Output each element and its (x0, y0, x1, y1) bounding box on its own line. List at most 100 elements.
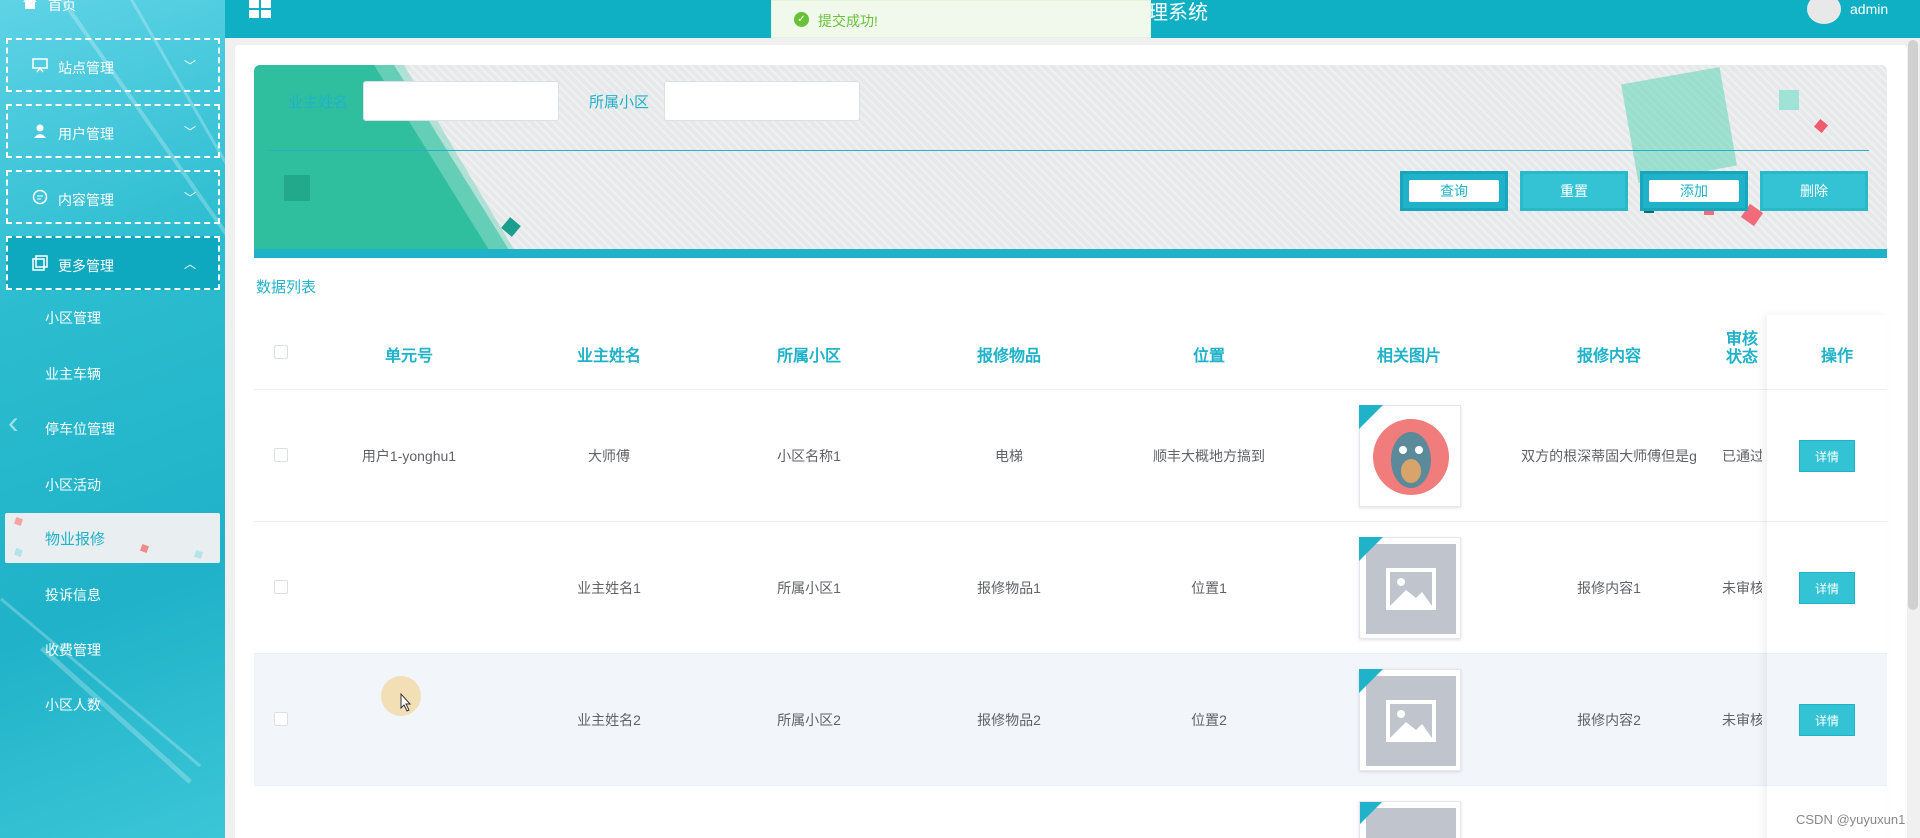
column-header: 位置 (1192, 348, 1225, 365)
sidebar-group-label: 内容管理 (58, 192, 114, 208)
cell-unit (314, 522, 504, 654)
toast-message: 提交成功! (818, 13, 878, 29)
cell-status: 未审核 (1722, 712, 1762, 728)
repair-image[interactable] (1359, 405, 1461, 507)
system-title: 理系统 (1148, 2, 1208, 24)
avatar[interactable] (1807, 0, 1841, 24)
table-row (254, 785, 1887, 838)
repair-image[interactable] (1359, 669, 1461, 771)
row-checkbox[interactable] (274, 448, 288, 462)
detail-button[interactable]: 详情 (1799, 440, 1855, 472)
avatar-image (1373, 419, 1449, 495)
column-header: 所属小区 (776, 348, 841, 365)
cell-owner: 业主姓名2 (577, 712, 641, 728)
sidebar-group-label: 站点管理 (58, 60, 114, 76)
column-header: 单元号 (384, 348, 433, 365)
cell-owner: 业主姓名1 (577, 580, 641, 596)
cell-item: 报修物品1 (977, 580, 1041, 596)
user-icon (34, 124, 46, 138)
cell-unit: 用户1-yonghu1 (361, 448, 457, 464)
sidebar-item-label: 物业报修 (45, 531, 106, 548)
repair-image[interactable] (1359, 537, 1461, 639)
cell-status: 已通过 (1722, 448, 1762, 464)
cursor-highlight (381, 676, 421, 716)
owner-name-label: 业主姓名 (288, 94, 349, 111)
cell-status: 未审核 (1722, 580, 1762, 596)
list-title: 数据列表 (256, 279, 317, 296)
sidebar-group-label: 用户管理 (58, 126, 114, 142)
sidebar-item-vehicle[interactable]: 业主车辆 (45, 364, 101, 384)
image-placeholder-icon (1366, 808, 1456, 838)
search-panel: 业主姓名 所属小区 查询 重置 添加 删除 (254, 65, 1887, 258)
delete-button[interactable]: 删除 (1760, 171, 1868, 211)
sidebar-group-more[interactable]: 更多管理 ︿ (6, 236, 220, 290)
sidebar-home[interactable]: 首页 (0, 0, 225, 16)
cell-content: 报修内容2 (1577, 712, 1641, 728)
repair-image[interactable] (1359, 801, 1461, 838)
add-button[interactable]: 添加 (1640, 171, 1748, 211)
search-panel-bar (254, 249, 1887, 258)
sidebar-group-site[interactable]: 站点管理 ﹀ (6, 38, 220, 92)
cell-owner: 大师傅 (588, 448, 630, 464)
scrollbar[interactable] (1908, 40, 1918, 610)
sidebar-item-activity[interactable]: 小区活动 (45, 475, 101, 495)
cell-item: 电梯 (995, 448, 1023, 464)
sidebar-item-community[interactable]: 小区管理 (45, 308, 101, 328)
owner-name-input[interactable] (363, 81, 559, 121)
chat-icon (32, 189, 48, 205)
column-header: 业主姓名 (576, 348, 641, 365)
sidebar-item-complaint[interactable]: 投诉信息 (45, 585, 101, 605)
column-header: 报修内容 (1576, 348, 1641, 365)
cell-location: 位置2 (1191, 712, 1227, 728)
watermark: CSDN @yuyuxun1 (1796, 812, 1906, 827)
copy-icon (32, 255, 48, 271)
username[interactable]: admin (1850, 1, 1888, 17)
add-button-label: 添加 (1649, 180, 1739, 202)
cell-community: 所属小区1 (777, 580, 841, 596)
mouse-pointer-icon (400, 692, 412, 712)
menu-grid-icon[interactable] (249, 0, 273, 20)
cell-unit (314, 654, 504, 786)
row-checkbox[interactable] (274, 580, 288, 594)
cell-item: 报修物品2 (977, 712, 1041, 728)
action-column: 详情 详情 详情 (1767, 315, 1887, 838)
home-icon (23, 0, 37, 9)
cell-location: 位置1 (1191, 580, 1227, 596)
detail-button[interactable]: 详情 (1799, 704, 1855, 736)
cell-community: 所属小区2 (777, 712, 841, 728)
decor-shape (1621, 67, 1829, 227)
table-row: 用户1-yonghu1 大师傅 小区名称1 电梯 顺丰大概地方搞到 双方的根深蒂… (254, 389, 1887, 521)
cell-location: 顺丰大概地方搞到 (1153, 448, 1265, 464)
success-toast: ✓ 提交成功! (771, 0, 1151, 38)
image-placeholder-icon (1366, 544, 1456, 634)
query-button[interactable]: 查询 (1400, 171, 1508, 211)
sidebar-home-label: 首页 (48, 0, 76, 13)
cell-community: 小区名称1 (777, 448, 841, 464)
community-label: 所属小区 (589, 94, 650, 111)
cell-content: 报修内容1 (1577, 580, 1641, 596)
sidebar-group-user[interactable]: 用户管理 ﹀ (6, 104, 220, 158)
detail-button[interactable]: 详情 (1799, 572, 1855, 604)
sidebar-item-parking[interactable]: 停车位管理 (45, 419, 115, 439)
sidebar-item-repair[interactable]: 物业报修 (5, 513, 220, 563)
row-checkbox[interactable] (274, 712, 288, 726)
check-circle-icon: ✓ (794, 12, 809, 27)
table-row: 业主姓名2 所属小区2 报修物品2 位置2 报修内容2 未审核 (254, 653, 1887, 785)
table-row: 业主姓名1 所属小区1 报修物品1 位置1 报修内容1 未审核 (254, 521, 1887, 653)
chevron-up-icon: ︿ (183, 257, 196, 271)
cell-content: 双方的根深蒂固大师傅但是g (1521, 448, 1697, 464)
sidebar-group-content[interactable]: 内容管理 ﹀ (6, 170, 220, 224)
chevron-down-icon: ﹀ (183, 191, 196, 205)
chevron-down-icon: ﹀ (183, 59, 196, 73)
query-button-label: 查询 (1409, 180, 1499, 202)
column-header: 相关图片 (1376, 348, 1441, 365)
column-header: 审核状态 (1725, 331, 1758, 366)
reset-button[interactable]: 重置 (1520, 171, 1628, 211)
sidebar-item-charge[interactable]: 收费管理 (45, 640, 101, 660)
chevron-down-icon: ﹀ (183, 125, 196, 139)
sidebar-item-population[interactable]: 小区人数 (45, 695, 101, 715)
select-all-checkbox[interactable] (274, 345, 288, 359)
community-input[interactable] (664, 81, 860, 121)
chevron-left-icon[interactable]: ‹ (8, 404, 19, 441)
monitor-icon (32, 58, 48, 73)
